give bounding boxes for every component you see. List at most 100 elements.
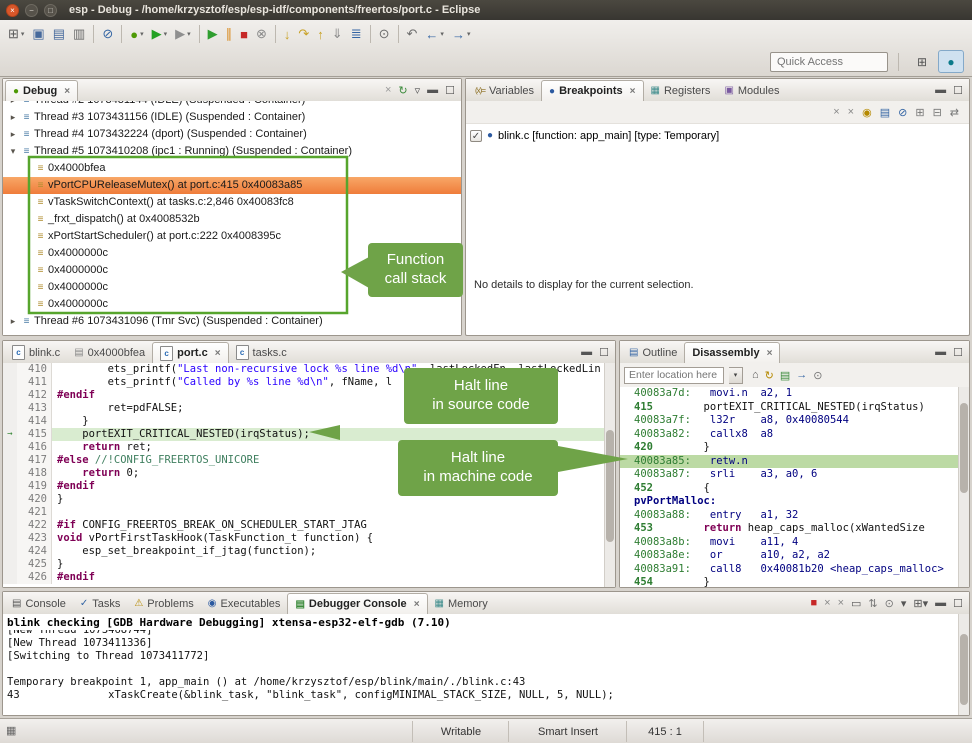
close-tab-icon[interactable]: × [215,348,221,359]
resume-icon[interactable]: ▶ [205,23,221,45]
minimize-icon[interactable]: ▬ [935,597,946,609]
code-line[interactable]: 426#endif [3,571,605,584]
disassembly-line[interactable]: 40083a8b: movi a11, 4 [634,536,959,550]
tab-executables[interactable]: ◉Executables [201,593,288,614]
expander-icon[interactable]: ▸ [7,313,19,330]
tab-debug[interactable]: ●Debug× [5,80,78,101]
disassembly-lines[interactable]: 40083a7d: movi.n a2, 1415 portEXIT_CRITI… [620,387,959,587]
disassembly-line[interactable]: 40083a87: srli a3, a0, 6 [634,468,959,482]
debug-frame-row[interactable]: ≡xPortStartScheduler() at port.c:222 0x4… [3,228,461,245]
code-line[interactable]: →415 portEXIT_CRITICAL_NESTED(irqStatus)… [3,428,605,441]
disassembly-line[interactable]: 453 return heap_caps_malloc(xWantedSize [634,522,959,536]
disassembly-line[interactable]: 40083a88: entry a1, 32 [634,509,959,523]
debug-frame-row[interactable]: ≡0x4000000c [3,279,461,296]
tab-disassembly[interactable]: Disassembly× [684,342,780,363]
tab-console[interactable]: ▤Console [5,593,73,614]
last-edit-location-icon[interactable]: ↶ [404,23,421,45]
code-line[interactable]: 420} [3,493,605,506]
code-line[interactable]: 423void vPortFirstTaskHook(TaskFunction_… [3,532,605,545]
maximize-icon[interactable]: ☐ [953,597,963,610]
expander-icon[interactable]: ▸ [7,126,19,143]
skip-all-breakpoints-icon[interactable]: ⊘ [898,106,907,119]
refresh-icon[interactable]: ↻ [765,369,774,382]
track-expression-icon[interactable]: ⊙ [813,369,822,382]
code-line[interactable]: 419#endif [3,480,605,493]
search-icon[interactable]: ⊙ [376,23,393,45]
pin-console-icon[interactable]: ⊙ [885,597,894,610]
save-all-icon[interactable]: ▤ [50,23,68,45]
dropdown-arrow-icon[interactable]: ▾ [923,598,929,610]
expander-icon[interactable]: ▸ [7,109,19,126]
skip-all-breakpoints-icon[interactable]: ⊘ [99,23,116,45]
minimize-icon[interactable]: ▬ [581,346,592,358]
debug-frame-row[interactable]: ≡0x4000000c [3,296,461,313]
dropdown-arrow-icon[interactable]: ▾ [187,30,191,38]
remove-all-terminated-icon[interactable]: × [385,84,391,96]
expand-all-icon[interactable]: ⊞ [915,106,924,119]
dropdown-arrow-icon[interactable]: ▾ [164,30,168,38]
quick-access-input[interactable] [770,52,888,72]
new-icon[interactable]: ⊞▾ [5,23,27,45]
step-return-icon[interactable]: ↑ [314,23,327,45]
minimize-button[interactable]: − [25,4,38,17]
disassembly-line[interactable]: 40083a8e: or a10, a2, a2 [634,549,959,563]
code-line[interactable]: 417#else //!CONFIG_FREERTOS_UNICORE [3,454,605,467]
dropdown-arrow-icon[interactable]: ▾ [21,30,25,38]
disassembly-line[interactable]: 40083a85: retw.n [620,455,959,469]
tab-modules[interactable]: ▣Modules [717,80,786,101]
tab-breakpoints[interactable]: ●Breakpoints× [541,80,643,101]
debug-thread-row[interactable]: ▸≡Thread #3 1073431156 (IDLE) (Suspended… [3,109,461,126]
debug-perspective-icon[interactable]: ● [938,50,964,73]
home-icon[interactable]: ⌂ [752,369,759,382]
disassembly-line[interactable]: 40083a7f: l32r a8, 0x40080544 [634,414,959,428]
clear-console-icon[interactable]: ▭ [851,597,861,610]
step-over-icon[interactable]: ↷ [295,23,312,45]
breakpoint-checkbox[interactable]: ✓ [470,130,482,142]
minimize-icon[interactable]: ▬ [935,346,946,358]
debug-thread-row[interactable]: ▸≡Thread #2 1073431144 (IDLE) (Suspended… [3,101,461,109]
scrollbar-thumb[interactable] [960,634,968,705]
tab-outline[interactable]: ▤Outline [622,342,684,363]
suspend-icon[interactable]: ∥ [223,23,236,45]
remove-all-breakpoints-icon[interactable]: × [848,106,854,118]
close-button[interactable]: × [6,4,19,17]
open-console-icon[interactable]: ⊞▾ [913,597,928,610]
step-into-icon[interactable]: ↓ [281,23,294,45]
code-line[interactable]: 422#if CONFIG_FREERTOS_BREAK_ON_SCHEDULE… [3,519,605,532]
editor-code[interactable]: 410 ets_printf("Last non-recursive lock … [3,363,605,587]
console-content[interactable]: blink checking [GDB Hardware Debugging] … [3,614,959,715]
remove-all-launches-icon[interactable]: × [838,597,844,609]
code-line[interactable]: 425} [3,558,605,571]
disassembly-line[interactable]: 415 portEXIT_CRITICAL_NESTED(irqStatus) [634,401,959,415]
maximize-icon[interactable]: ☐ [445,84,455,97]
save-icon[interactable]: ▣ [29,23,47,45]
code-line[interactable]: 411 ets_printf("Called by %s line %d\n",… [3,376,605,389]
go-to-file-icon[interactable]: ▤ [880,106,890,119]
debug-frame-row[interactable]: ≡0x4000000c [3,262,461,279]
debug-icon[interactable]: ●▾ [127,23,146,45]
disconnect-icon[interactable]: ⊗ [253,23,270,45]
location-dropdown-icon[interactable]: ▾ [729,367,743,384]
debug-frame-row[interactable]: ≡_frxt_dispatch() at 0x4008532b [3,211,461,228]
code-line[interactable]: 424 esp_set_breakpoint_if_jtag(function)… [3,545,605,558]
close-tab-icon[interactable]: × [767,348,773,359]
expander-icon[interactable]: ▸ [7,101,19,109]
tab-problems[interactable]: ⚠Problems [127,593,200,614]
debug-thread-row[interactable]: ▾≡Thread #5 1073410208 (ipc1 : Running) … [3,143,461,160]
debug-frame-row[interactable]: ≡vTaskSwitchContext() at tasks.c:2,846 0… [3,194,461,211]
sync-pc-icon[interactable]: → [796,369,807,382]
close-tab-icon[interactable]: × [630,86,636,97]
location-input[interactable] [624,367,724,384]
minimize-icon[interactable]: ▬ [935,84,946,96]
debug-thread-row[interactable]: ▸≡Thread #4 1073432224 (dport) (Suspende… [3,126,461,143]
tab-blink-c[interactable]: cblink.c [5,342,67,363]
code-line[interactable]: 413 ret=pdFALSE; [3,402,605,415]
code-line[interactable]: 414 } [3,415,605,428]
workbench-trim-icon[interactable]: ▦ [6,724,16,737]
debug-frame-row[interactable]: ≡vPortCPUReleaseMutex() at port.c:415 0x… [3,177,461,194]
scroll-lock-icon[interactable]: ⇅ [868,597,877,610]
close-tab-icon[interactable]: × [64,86,70,97]
collapse-all-icon[interactable]: ⊟ [933,106,942,119]
back-icon[interactable]: ←▾ [422,23,447,45]
restart-icon[interactable]: ↻ [398,84,407,97]
